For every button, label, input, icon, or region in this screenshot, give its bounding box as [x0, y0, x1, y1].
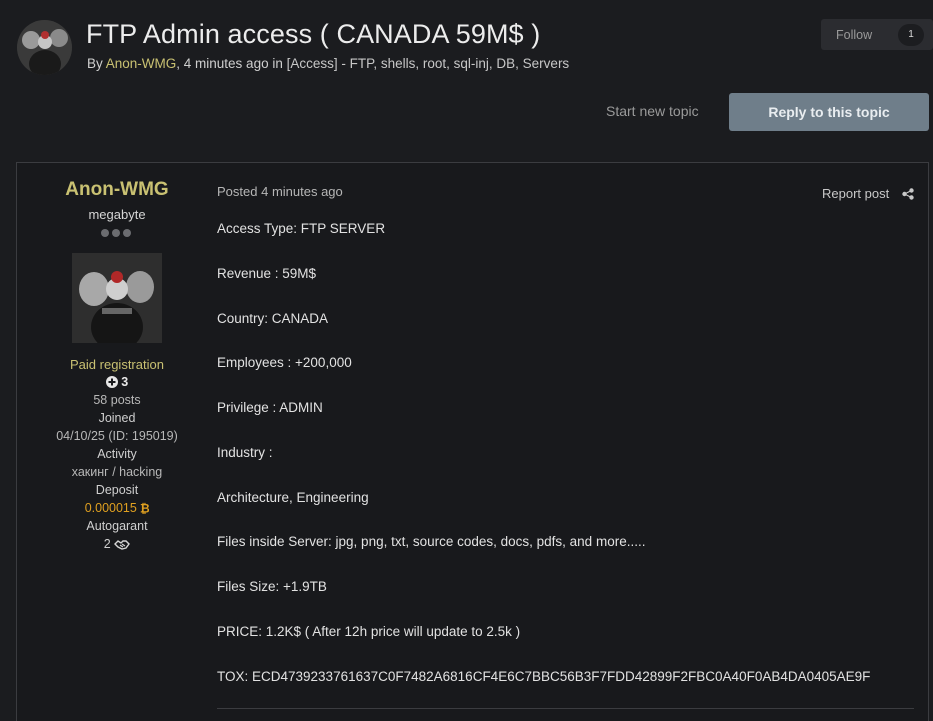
topic-header: FTP Admin access ( CANADA 59M$ ) By Anon…	[17, 19, 933, 79]
activity-value: хакинг / hacking	[71, 465, 163, 479]
post-line: Files Size: +1.9TB	[217, 579, 327, 594]
author-rank: megabyte	[88, 207, 146, 222]
post-line: Privilege : ADMIN	[217, 400, 323, 415]
posted-time-link[interactable]: 4 minutes ago	[261, 184, 343, 199]
author-name-link[interactable]: Anon-WMG	[17, 179, 217, 201]
share-icon[interactable]	[902, 187, 914, 200]
svg-text:₿: ₿	[140, 502, 149, 514]
topic-meta: By Anon-WMG, 4 minutes ago in [Access] -…	[87, 56, 569, 71]
reputation: 3	[17, 375, 217, 391]
posted-label: Posted	[217, 184, 258, 199]
deposit-label: Deposit	[95, 483, 139, 497]
follow-count-badge: 1	[898, 23, 924, 46]
post-line: Files inside Server: jpg, png, txt, sour…	[217, 534, 646, 549]
post-line: Revenue : 59M$	[217, 266, 317, 281]
page-title: FTP Admin access ( CANADA 59M$ )	[86, 19, 541, 49]
autogarant-label: Autogarant	[86, 519, 148, 533]
post-container: Anon-WMG megabyte Paid registration 3 58…	[16, 162, 929, 721]
handshake-icon	[114, 539, 131, 553]
meta-forum-link[interactable]: [Access] - FTP, shells, root, sql-inj, D…	[287, 56, 570, 71]
rank-pips	[101, 229, 131, 237]
bitcoin-icon: ₿	[140, 502, 150, 517]
post-line: Country: CANADA	[217, 311, 329, 326]
joined-label: Joined	[98, 411, 136, 425]
reputation-value: 3	[121, 375, 129, 389]
meta-author-link[interactable]: Anon-WMG	[106, 56, 177, 71]
post-line: PRICE: 1.2K$ ( After 12h price will upda…	[217, 624, 521, 639]
autogarant-value-row: 2	[17, 537, 217, 553]
plus-circle-icon	[105, 376, 118, 391]
author-avatar[interactable]	[72, 253, 162, 343]
meta-prefix: By	[87, 56, 106, 71]
deposit-value-row: 0.000015 ₿	[17, 501, 217, 517]
activity-label: Activity	[97, 447, 137, 461]
rank-pip	[101, 229, 109, 237]
post-line: TOX: ECD4739233761637C0F7482A6816CF4E6C7…	[217, 669, 871, 684]
posted-info: Posted 4 minutes ago	[217, 184, 343, 199]
post-line: Industry :	[217, 445, 273, 460]
post-line: Access Type: FTP SERVER	[217, 221, 386, 236]
post-line: Employees : +200,000	[217, 355, 352, 370]
deposit-value: 0.000015	[84, 501, 137, 515]
post-divider	[217, 708, 914, 709]
report-post-link[interactable]: Report post	[822, 186, 889, 201]
start-new-topic-button[interactable]: Start new topic	[606, 103, 699, 119]
rank-pip	[112, 229, 120, 237]
topic-author-avatar[interactable]	[17, 20, 72, 75]
autogarant-value: 2	[103, 537, 111, 551]
joined-value: 04/10/25 (ID: 195019)	[56, 429, 178, 443]
follow-label: Follow	[836, 27, 873, 42]
post-line: Architecture, Engineering	[217, 490, 369, 505]
follow-button[interactable]: Follow 1	[821, 19, 933, 50]
post-count: 58 posts	[93, 393, 141, 407]
member-group: Paid registration	[70, 357, 164, 372]
reply-to-topic-button[interactable]: Reply to this topic	[729, 93, 929, 131]
rank-pip	[123, 229, 131, 237]
meta-time: , 4 minutes ago in	[176, 56, 287, 71]
